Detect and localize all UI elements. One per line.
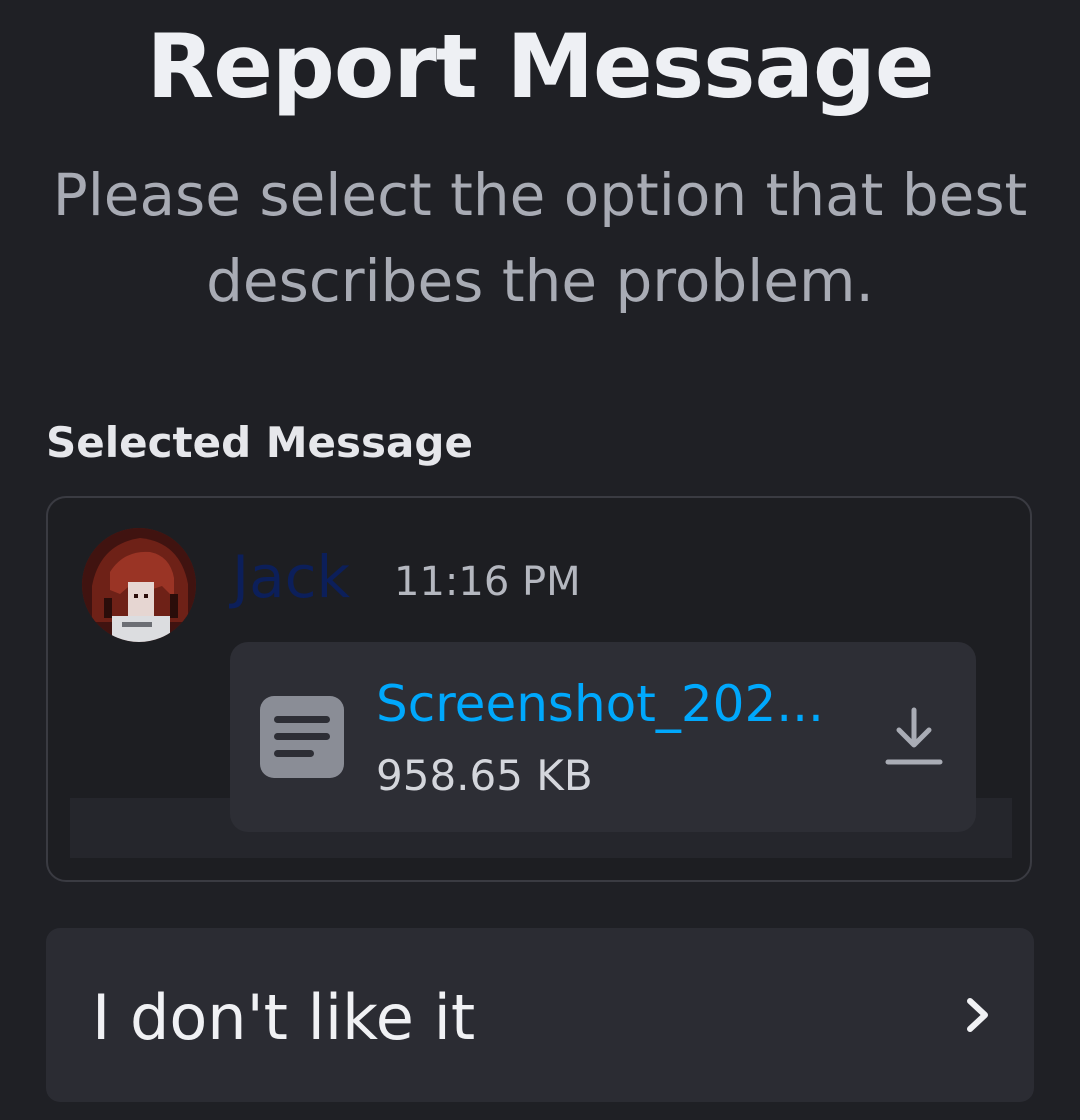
document-icon (260, 696, 344, 778)
avatar[interactable] (82, 528, 196, 642)
report-message-screen: Report Message Please select the option … (0, 0, 1080, 1120)
avatar-image (82, 528, 196, 642)
download-icon[interactable] (882, 704, 946, 768)
message-author[interactable]: Jack (232, 542, 350, 612)
message-timestamp: 11:16 PM (394, 559, 581, 605)
file-attachment[interactable]: Screenshot_202... 958.65 KB (230, 642, 976, 832)
attachment-file-size: 958.65 KB (376, 751, 593, 800)
selected-message-card: Jack 11:16 PM Screenshot_202... 958.65 K… (46, 496, 1032, 882)
attachment-file-name[interactable]: Screenshot_202... (376, 670, 824, 738)
page-subtitle: Please select the option that best descr… (52, 161, 1028, 315)
chevron-right-icon (967, 998, 988, 1032)
report-option-dont-like[interactable]: I don't like it (46, 928, 1034, 1102)
report-option-label: I don't like it (92, 981, 476, 1054)
page-title: Report Message (146, 15, 934, 118)
selected-message-label: Selected Message (46, 418, 473, 467)
